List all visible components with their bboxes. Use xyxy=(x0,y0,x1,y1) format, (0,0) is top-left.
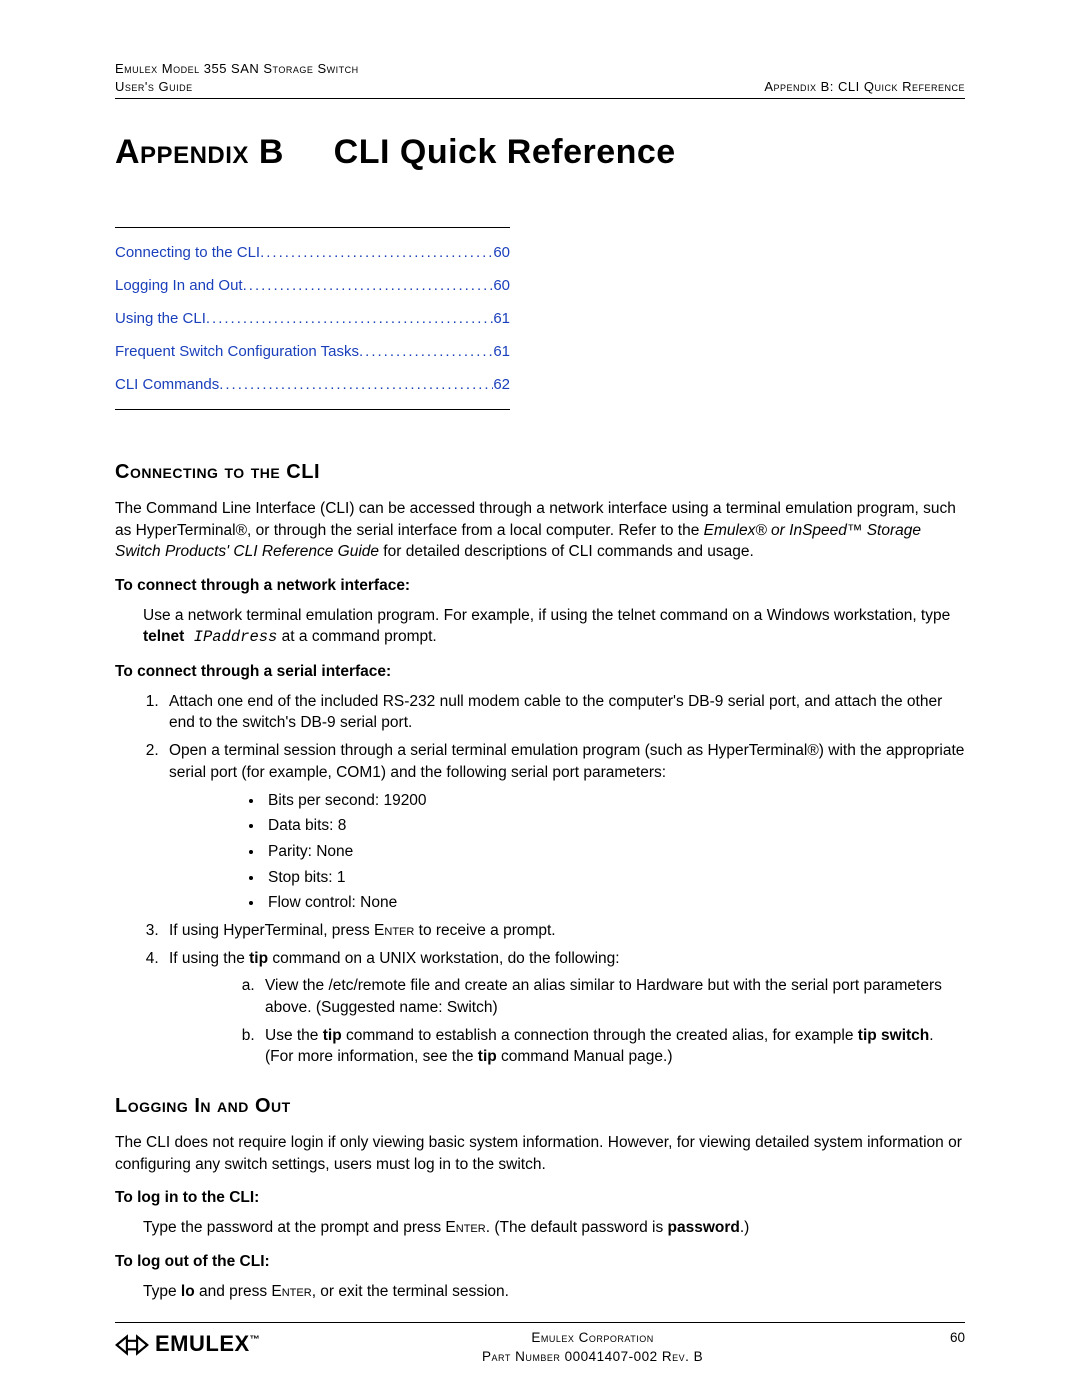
footer-page-number: 60 xyxy=(925,1329,965,1348)
header-guide: User's Guide xyxy=(115,78,359,96)
logout-heading: To log out of the CLI: xyxy=(115,1251,965,1273)
serial-step-3: If using HyperTerminal, press Enter to r… xyxy=(163,920,965,942)
serial-steps: Attach one end of the included RS-232 nu… xyxy=(163,691,965,1068)
tip-substep-b: Use the tip command to establish a conne… xyxy=(259,1025,965,1068)
toc-item-frequent[interactable]: Frequent Switch Configuration Tasks 61 xyxy=(115,335,510,368)
login-heading: To log in to the CLI: xyxy=(115,1187,965,1209)
page-title: Appendix B CLI Quick Reference xyxy=(115,129,965,177)
tip-substep-a: View the /etc/remote file and create an … xyxy=(259,975,965,1018)
emulex-logo-icon xyxy=(115,1334,149,1356)
header-appendix: Appendix B: CLI Quick Reference xyxy=(764,78,965,96)
serial-step-2: Open a terminal session through a serial… xyxy=(163,740,965,914)
header-product: Emulex Model 355 SAN Storage Switch xyxy=(115,60,359,78)
network-interface-body: Use a network terminal emulation program… xyxy=(143,605,965,649)
param-data: Data bits: 8 xyxy=(264,815,965,837)
section-heading-connecting: Connecting to the CLI xyxy=(115,458,965,486)
emulex-logo: EMULEX™ xyxy=(115,1329,260,1360)
logging-intro: The CLI does not require login if only v… xyxy=(115,1132,965,1175)
param-flow: Flow control: None xyxy=(264,892,965,914)
table-of-contents: Connecting to the CLI 60 Logging In and … xyxy=(115,227,510,410)
footer-center: Emulex Corporation Part Number 00041407-… xyxy=(260,1329,925,1367)
network-interface-heading: To connect through a network interface: xyxy=(115,575,965,597)
param-bits: Bits per second: 19200 xyxy=(264,790,965,812)
tip-substeps: View the /etc/remote file and create an … xyxy=(259,975,965,1068)
serial-params-list: Bits per second: 19200 Data bits: 8 Pari… xyxy=(264,790,965,914)
param-stop: Stop bits: 1 xyxy=(264,867,965,889)
logout-body: Type lo and press Enter, or exit the ter… xyxy=(143,1281,965,1303)
header-left: Emulex Model 355 SAN Storage Switch User… xyxy=(115,60,359,96)
logo-text: EMULEX™ xyxy=(155,1329,260,1360)
param-parity: Parity: None xyxy=(264,841,965,863)
connecting-intro: The Command Line Interface (CLI) can be … xyxy=(115,498,965,563)
toc-item-connecting[interactable]: Connecting to the CLI 60 xyxy=(115,236,510,269)
document-page: Emulex Model 355 SAN Storage Switch User… xyxy=(0,0,1080,1397)
serial-step-1: Attach one end of the included RS-232 nu… xyxy=(163,691,965,734)
section-heading-logging: Logging In and Out xyxy=(115,1092,965,1120)
serial-interface-heading: To connect through a serial interface: xyxy=(115,661,965,683)
toc-item-using[interactable]: Using the CLI 61 xyxy=(115,302,510,335)
page-header: Emulex Model 355 SAN Storage Switch User… xyxy=(115,60,965,99)
page-footer: EMULEX™ Emulex Corporation Part Number 0… xyxy=(115,1322,965,1367)
serial-step-4: If using the tip command on a UNIX works… xyxy=(163,948,965,1068)
login-body: Type the password at the prompt and pres… xyxy=(143,1217,965,1239)
header-right: Appendix B: CLI Quick Reference xyxy=(764,60,965,96)
footer-partnum: Part Number 00041407-002 Rev. B xyxy=(260,1348,925,1367)
footer-company: Emulex Corporation xyxy=(260,1329,925,1348)
toc-item-logging[interactable]: Logging In and Out 60 xyxy=(115,269,510,302)
toc-item-commands[interactable]: CLI Commands 62 xyxy=(115,368,510,401)
